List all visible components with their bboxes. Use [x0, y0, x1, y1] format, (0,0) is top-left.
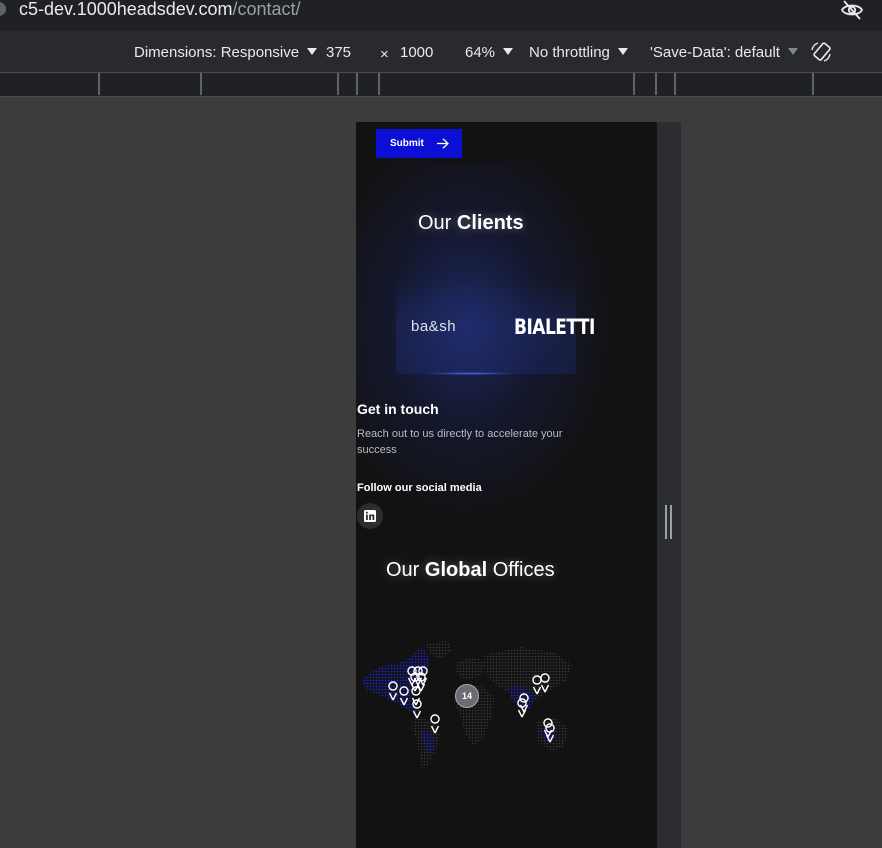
- client-logo-bialetti: BIALETTI: [514, 315, 595, 340]
- offices-title-suffix: Offices: [487, 559, 555, 581]
- rotate-icon[interactable]: [809, 40, 833, 64]
- ruler-tick: [655, 73, 657, 95]
- carousel-highlight: [424, 372, 518, 375]
- chevron-down-icon: [307, 48, 318, 55]
- submit-button[interactable]: Submit: [376, 129, 462, 158]
- offices-title-prefix: Our: [386, 559, 425, 581]
- ruler-tick: [337, 73, 339, 95]
- get-in-touch-text: Reach out to us directly to accelerate y…: [357, 428, 563, 456]
- ruler-tick: [378, 73, 380, 95]
- url-host: c5-dev.1000headsdev.com: [19, 0, 233, 19]
- offices-title-bold: Global: [424, 559, 488, 581]
- resize-grip: [670, 505, 672, 539]
- linkedin-icon: [364, 510, 376, 522]
- save-data-label: 'Save-Data': default: [650, 44, 780, 61]
- ruler-tick: [98, 73, 100, 95]
- clients-title: Our Clients: [418, 212, 524, 235]
- device-toolbar: Dimensions: Responsive 375 × 1000 64% No…: [0, 31, 882, 73]
- linkedin-button[interactable]: [357, 503, 383, 529]
- follow-social-label: Follow our social media: [357, 482, 482, 494]
- client-logo-bash: ba&sh: [411, 318, 457, 335]
- clients-title-prefix: Our: [418, 212, 457, 234]
- throttling-label: No throttling: [529, 44, 610, 61]
- dimensions-dropdown[interactable]: Dimensions: Responsive: [134, 44, 318, 61]
- viewport-scrollbar[interactable]: [657, 122, 681, 848]
- ruler-tick: [200, 73, 202, 95]
- arrow-right-icon: [437, 138, 449, 149]
- ruler-tick: [356, 73, 358, 95]
- throttling-dropdown[interactable]: No throttling: [529, 44, 628, 61]
- ruler-tick: [633, 73, 635, 95]
- clients-title-bold: Clients: [456, 212, 524, 234]
- dimensions-label: Dimensions: Responsive: [134, 44, 300, 61]
- submit-label: Submit: [390, 138, 424, 149]
- url-text[interactable]: c5-dev.1000headsdev.com/contact/: [19, 0, 301, 20]
- url-path: /contact/: [232, 0, 301, 19]
- chevron-down-icon: [503, 48, 514, 55]
- media-query-ruler[interactable]: [0, 73, 882, 97]
- site-info-icon[interactable]: [0, 2, 6, 16]
- resize-handle[interactable]: [665, 505, 673, 539]
- browser-address-bar[interactable]: c5-dev.1000headsdev.com/contact/: [0, 0, 882, 31]
- chevron-down-icon: [617, 48, 628, 55]
- zoom-dropdown[interactable]: 64%: [465, 44, 514, 61]
- offices-title: Our Global Offices: [386, 559, 555, 582]
- height-input[interactable]: 1000: [400, 44, 433, 61]
- width-input[interactable]: 375: [326, 44, 351, 61]
- eye-off-icon[interactable]: [840, 0, 864, 22]
- map-cluster-badge[interactable]: 14: [455, 684, 479, 708]
- zoom-label: 64%: [465, 44, 496, 61]
- chevron-down-icon: [787, 48, 798, 55]
- emulated-viewport: Submit Our Clients ba&sh BIALETTI Get in…: [356, 122, 657, 848]
- resize-grip: [665, 505, 667, 539]
- times-icon: ×: [380, 46, 389, 63]
- ruler-tick: [674, 73, 676, 95]
- ruler-tick: [812, 73, 814, 95]
- save-data-dropdown[interactable]: 'Save-Data': default: [650, 44, 798, 61]
- get-in-touch-title: Get in touch: [357, 401, 439, 417]
